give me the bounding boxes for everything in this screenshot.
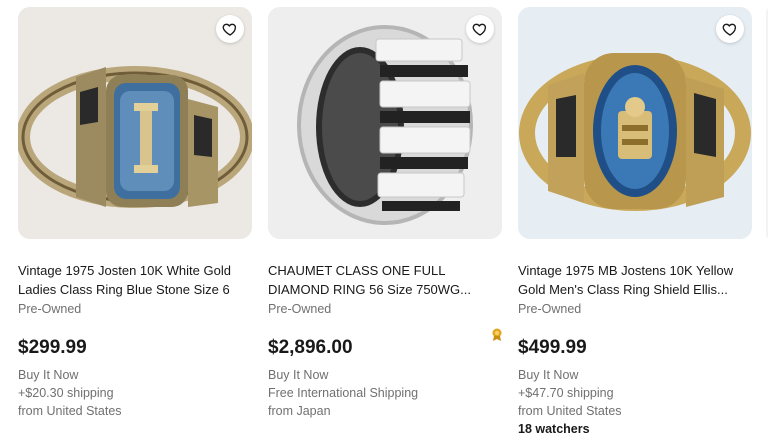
listing-watchers: 18 watchers [518,422,590,436]
listing-image-1[interactable] [18,7,252,239]
listing-condition: Pre-Owned [18,302,82,316]
listing-card-1[interactable]: Vintage 1975 Josten 10K White Gold Ladie… [18,7,252,420]
listing-format: Buy It Now [18,368,79,382]
listing-image-2[interactable] [268,7,502,239]
listing-price: $299.99 [18,337,87,358]
heart-icon [722,23,737,36]
listing-shipping: +$20.30 shipping [18,386,114,400]
gold-class-ring-image [518,7,752,239]
top-rated-badge-icon [492,328,502,341]
listing-title[interactable]: Vintage 1975 MB Jostens 10K Yellow Gold … [518,261,752,299]
listing-card-3[interactable]: Vintage 1975 MB Jostens 10K Yellow Gold … [518,7,752,438]
listing-shipping: +$47.70 shipping [518,386,614,400]
listing-price: $2,896.00 [268,337,353,358]
listing-image-3[interactable] [518,7,752,239]
watch-heart-button[interactable] [466,15,494,43]
listing-price: $499.99 [518,337,587,358]
listing-location: from Japan [268,404,331,418]
listing-format: Buy It Now [268,368,329,382]
watch-heart-button[interactable] [716,15,744,43]
listing-format: Buy It Now [518,368,579,382]
listing-title[interactable]: CHAUMET CLASS ONE FULL DIAMOND RING 56 S… [268,261,502,299]
diamond-ring-image [268,7,502,239]
watch-heart-button[interactable] [216,15,244,43]
listing-shipping: Free International Shipping [268,386,419,400]
heart-icon [472,23,487,36]
listing-card-2[interactable]: CHAUMET CLASS ONE FULL DIAMOND RING 56 S… [268,7,502,420]
class-ring-image [18,7,252,239]
heart-icon [222,23,237,36]
listing-condition: Pre-Owned [268,302,332,316]
listing-title[interactable]: Vintage 1975 Josten 10K White Gold Ladie… [18,261,252,299]
listing-condition: Pre-Owned [518,302,582,316]
listing-location: from United States [518,404,622,418]
listing-location: from United States [18,404,122,418]
